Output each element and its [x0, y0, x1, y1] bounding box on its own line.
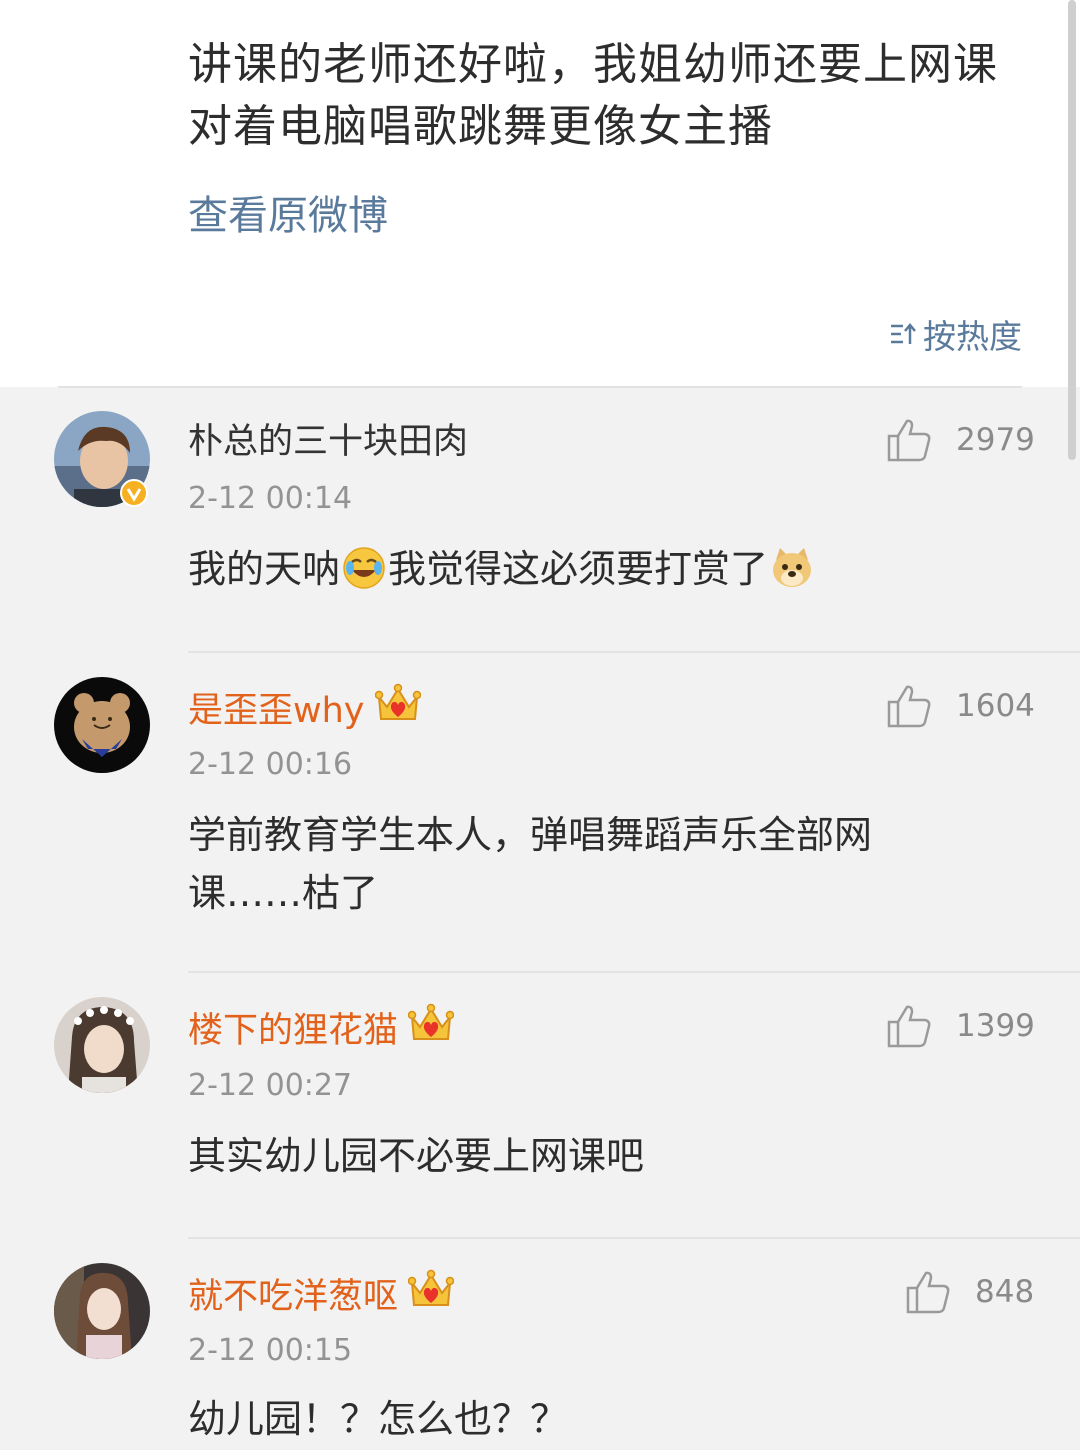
- sort-icon: [889, 321, 917, 347]
- vip-crown-icon: [407, 1003, 455, 1058]
- avatar[interactable]: [54, 677, 150, 773]
- like-thumb-icon: [887, 419, 931, 462]
- vip-crown-icon: [407, 1269, 455, 1324]
- like-button[interactable]: 848: [905, 1270, 1034, 1314]
- like-count: 1604: [956, 688, 1035, 724]
- laugh-cry-emoji-icon: [342, 546, 386, 606]
- post-text: 讲课的老师还好啦，我姐幼师还要上网课对着电脑唱歌跳舞更像女主播: [188, 39, 998, 152]
- comment-content: 我的天呐 我觉得这必须要打赏了: [188, 540, 978, 606]
- comment-content: 其实幼儿园不必要上网课吧: [188, 1134, 645, 1178]
- like-count: 2979: [956, 422, 1035, 458]
- divider: [188, 1237, 1080, 1239]
- like-button[interactable]: 2979: [886, 418, 1035, 462]
- comment-username[interactable]: 就不吃洋葱呕: [188, 1269, 455, 1324]
- username-text[interactable]: 就不吃洋葱呕: [188, 1273, 398, 1321]
- like-count: 848: [975, 1274, 1035, 1310]
- like-button[interactable]: 1399: [886, 1004, 1035, 1048]
- comment-username[interactable]: 楼下的狸花猫: [188, 1003, 455, 1058]
- avatar[interactable]: [54, 411, 150, 507]
- divider: [188, 651, 1080, 653]
- like-count: 1399: [956, 1008, 1035, 1044]
- verified-badge-icon: [120, 479, 148, 507]
- divider: [58, 386, 1022, 388]
- avatar[interactable]: [54, 997, 150, 1093]
- vip-crown-icon: [374, 683, 421, 738]
- username-text[interactable]: 楼下的狸花猫: [188, 1007, 398, 1055]
- like-thumb-icon: [906, 1271, 950, 1314]
- username-text[interactable]: 是歪歪why: [188, 687, 365, 735]
- like-thumb-icon: [887, 1005, 931, 1048]
- comment-username[interactable]: 是歪歪why: [188, 683, 421, 738]
- avatar[interactable]: [54, 1263, 150, 1359]
- scrollbar[interactable]: [1068, 0, 1076, 460]
- username-text[interactable]: 朴总的三十块田肉: [188, 418, 468, 466]
- comment-content: 学前教育学生本人，弹唱舞蹈声乐全部网课……枯了: [188, 813, 873, 915]
- comment-username[interactable]: 朴总的三十块田肉: [188, 418, 468, 466]
- divider: [188, 971, 1080, 973]
- like-button[interactable]: 1604: [886, 684, 1035, 728]
- sort-label: 按热度: [923, 317, 1022, 356]
- like-thumb-icon: [887, 685, 931, 728]
- doge-emoji-icon: [770, 546, 814, 606]
- comment-time: 2-12 00:14: [188, 481, 353, 516]
- comment-time: 2-12 00:15: [188, 1333, 353, 1368]
- comment-time: 2-12 00:16: [188, 747, 353, 782]
- comment-time: 2-12 00:27: [188, 1068, 353, 1103]
- view-original-link[interactable]: 查看原微博: [188, 188, 388, 244]
- sort-by-hot-button[interactable]: 按热度: [889, 310, 1022, 358]
- comment-content: 幼儿园！？怎么也？？: [188, 1397, 569, 1441]
